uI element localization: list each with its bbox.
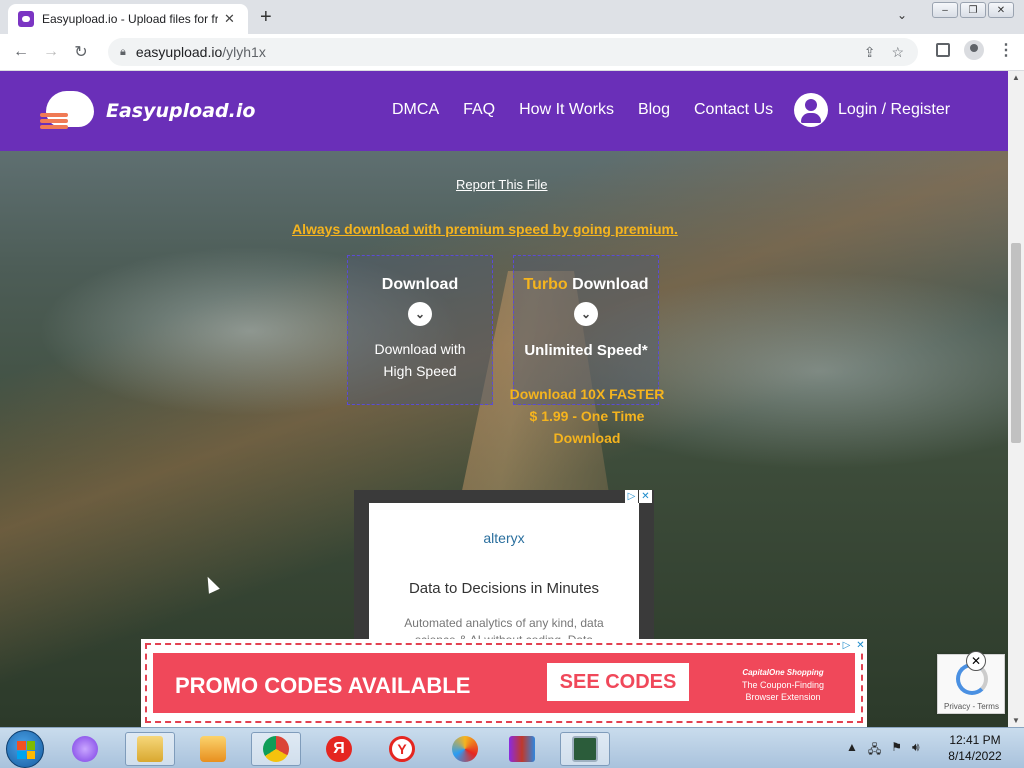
ad-close-icon[interactable]: ✕	[639, 490, 652, 503]
close-window-button[interactable]: ✕	[988, 2, 1014, 18]
windows-taskbar: Я Y ▲ 🖧︎ ⚑ 🔊︎ 12:41 PM 8/14/2022	[0, 727, 1024, 768]
profile-avatar-icon[interactable]	[964, 40, 984, 60]
system-tray: ▲ 🖧︎ ⚑ 🔊︎	[846, 740, 920, 761]
url-text: easyupload.io/ylyh1x	[136, 44, 266, 60]
taskbar-clock[interactable]: 12:41 PM 8/14/2022	[940, 732, 1010, 764]
reload-icon[interactable]: ↻	[66, 42, 96, 62]
address-bar[interactable]: 🔒︎ easyupload.io/ylyh1x ⇪ ☆	[108, 38, 918, 66]
task-manager-icon[interactable]	[560, 732, 610, 766]
adchoices-icon[interactable]: ▷	[840, 639, 853, 652]
browser-tab[interactable]: Easyupload.io - Upload files for fr ✕	[8, 4, 248, 34]
site-favicon-icon	[18, 11, 34, 27]
windows-logo-icon	[17, 741, 35, 759]
nav-how-it-works[interactable]: How It Works	[519, 101, 614, 119]
restore-button[interactable]: ❐	[960, 2, 986, 18]
scroll-thumb[interactable]	[1011, 243, 1021, 443]
ad-brand: alteryx	[483, 530, 525, 546]
page-viewport: Easyupload.io DMCA FAQ How It Works Blog…	[0, 71, 1008, 727]
url-path: /ylyh1x	[222, 44, 266, 60]
main-nav: DMCA FAQ How It Works Blog Contact Us	[392, 101, 797, 119]
chrome-icon[interactable]	[251, 732, 301, 766]
nav-blog[interactable]: Blog	[638, 101, 670, 119]
chevron-down-icon: ⌄	[574, 302, 598, 326]
window-controls: – ❐ ✕	[932, 2, 1014, 18]
see-codes-button[interactable]: SEE CODES	[547, 663, 689, 701]
clock-time: 12:41 PM	[949, 733, 1001, 747]
tab-title: Easyupload.io - Upload files for fr	[42, 12, 218, 26]
download-subtitle-line1: Download with	[374, 341, 466, 357]
turbo-accent: Turbo	[523, 276, 568, 293]
logo-text: Easyupload.io	[106, 100, 256, 122]
ad-choices[interactable]: ▷ ✕	[625, 490, 652, 503]
scroll-up-icon[interactable]: ▲	[1012, 73, 1020, 82]
banner-ad-choices[interactable]: ▷ ✕	[840, 639, 867, 652]
chevron-down-icon: ⌄	[408, 302, 432, 326]
turbo-title: Turbo Download	[514, 276, 658, 294]
nav-faq[interactable]: FAQ	[463, 101, 495, 119]
back-arrow-icon[interactable]: ←	[6, 43, 36, 61]
sponsor-logo: CapitalOne Shopping	[742, 668, 824, 677]
ad-headline: Data to Decisions in Minutes	[408, 580, 600, 597]
page-scrollbar[interactable]: ▲ ▼	[1008, 71, 1024, 727]
sponsor-line2: Browser Extension	[745, 692, 821, 702]
turbo-note-line2: $ 1.99 - One Time	[529, 408, 645, 424]
tab-search-chevron-icon[interactable]: ⌄	[897, 8, 907, 22]
lock-icon[interactable]: 🔒︎	[120, 46, 126, 59]
nav-contact-us[interactable]: Contact Us	[694, 101, 773, 119]
login-register-link[interactable]: Login / Register	[794, 93, 950, 127]
site-header: Easyupload.io DMCA FAQ How It Works Blog…	[0, 71, 1008, 151]
download-subtitle: Download with High Speed	[348, 338, 492, 382]
download-title: Download	[381, 276, 459, 293]
yandex-browser-icon[interactable]: Я	[314, 732, 364, 766]
site-logo[interactable]: Easyupload.io	[40, 85, 255, 137]
turbo-price-note: Download 10X FASTER $ 1.99 - One Time Do…	[502, 383, 672, 449]
yandex-icon[interactable]: Y	[377, 732, 427, 766]
nav-dmca[interactable]: DMCA	[392, 101, 439, 119]
share-icon[interactable]: ⇪	[864, 44, 876, 61]
browser-toolbar: ← → ↻ 🔒︎ easyupload.io/ylyh1x ⇪ ☆ ⋮	[0, 34, 1024, 71]
mouse-cursor-icon	[202, 574, 220, 594]
shield-browser-icon[interactable]	[440, 732, 490, 766]
file-explorer-icon[interactable]	[125, 732, 175, 766]
network-icon[interactable]: 🖧︎	[868, 740, 881, 761]
browser-tab-strip: Easyupload.io - Upload files for fr ✕ + …	[0, 0, 1024, 34]
banner-ad[interactable]: PROMO CODES AVAILABLE SEE CODES CapitalO…	[141, 639, 867, 727]
sponsor-line1: The Coupon-Finding	[741, 680, 825, 690]
cloud-logo-icon	[40, 85, 102, 137]
user-icon	[794, 93, 828, 127]
premium-link[interactable]: Always download with premium speed by go…	[292, 221, 678, 237]
tab-close-icon[interactable]: ✕	[224, 11, 235, 27]
url-host: easyupload.io	[135, 44, 223, 60]
volume-icon[interactable]: 🔊︎	[912, 740, 920, 761]
report-file-link[interactable]: Report This File	[456, 177, 548, 192]
ad-close-icon[interactable]: ✕	[854, 639, 867, 652]
login-label: Login / Register	[838, 101, 951, 118]
scroll-down-icon[interactable]: ▼	[1012, 716, 1020, 725]
minimize-button[interactable]: –	[932, 2, 958, 18]
adchoices-icon[interactable]: ▷	[625, 490, 638, 503]
close-circle-icon[interactable]: ✕	[966, 651, 986, 671]
turbo-subtitle: Unlimited Speed*	[524, 342, 648, 359]
turbo-note-line1: Download 10X FASTER	[509, 386, 665, 402]
sponsor-block: CapitalOne Shopping The Coupon-Finding B…	[733, 667, 833, 703]
download-button[interactable]: Download ⌄ Download with High Speed	[347, 255, 493, 405]
download-subtitle-line2: High Speed	[383, 363, 457, 379]
clock-date: 8/14/2022	[948, 749, 1002, 763]
bookmark-star-icon[interactable]: ☆	[891, 44, 904, 61]
alice-assistant-icon[interactable]	[60, 732, 110, 766]
menu-dots-icon[interactable]: ⋮	[998, 40, 1014, 60]
recaptcha-badge[interactable]: ✕ Privacy - Terms	[937, 651, 1005, 714]
action-center-flag-icon[interactable]: ⚑	[891, 740, 902, 761]
recaptcha-footer[interactable]: Privacy - Terms	[944, 702, 999, 711]
turbo-note-line3: Download	[553, 430, 621, 446]
start-button[interactable]	[6, 730, 44, 768]
media-player-icon[interactable]	[188, 732, 238, 766]
turbo-title-rest: Download	[567, 276, 649, 293]
banner-headline: PROMO CODES AVAILABLE	[175, 673, 471, 698]
new-tab-button[interactable]: +	[260, 6, 272, 29]
winrar-icon[interactable]	[497, 732, 547, 766]
show-hidden-icons-icon[interactable]: ▲	[846, 740, 858, 761]
forward-arrow-icon[interactable]: →	[36, 43, 66, 61]
side-panel-icon[interactable]	[936, 43, 950, 57]
